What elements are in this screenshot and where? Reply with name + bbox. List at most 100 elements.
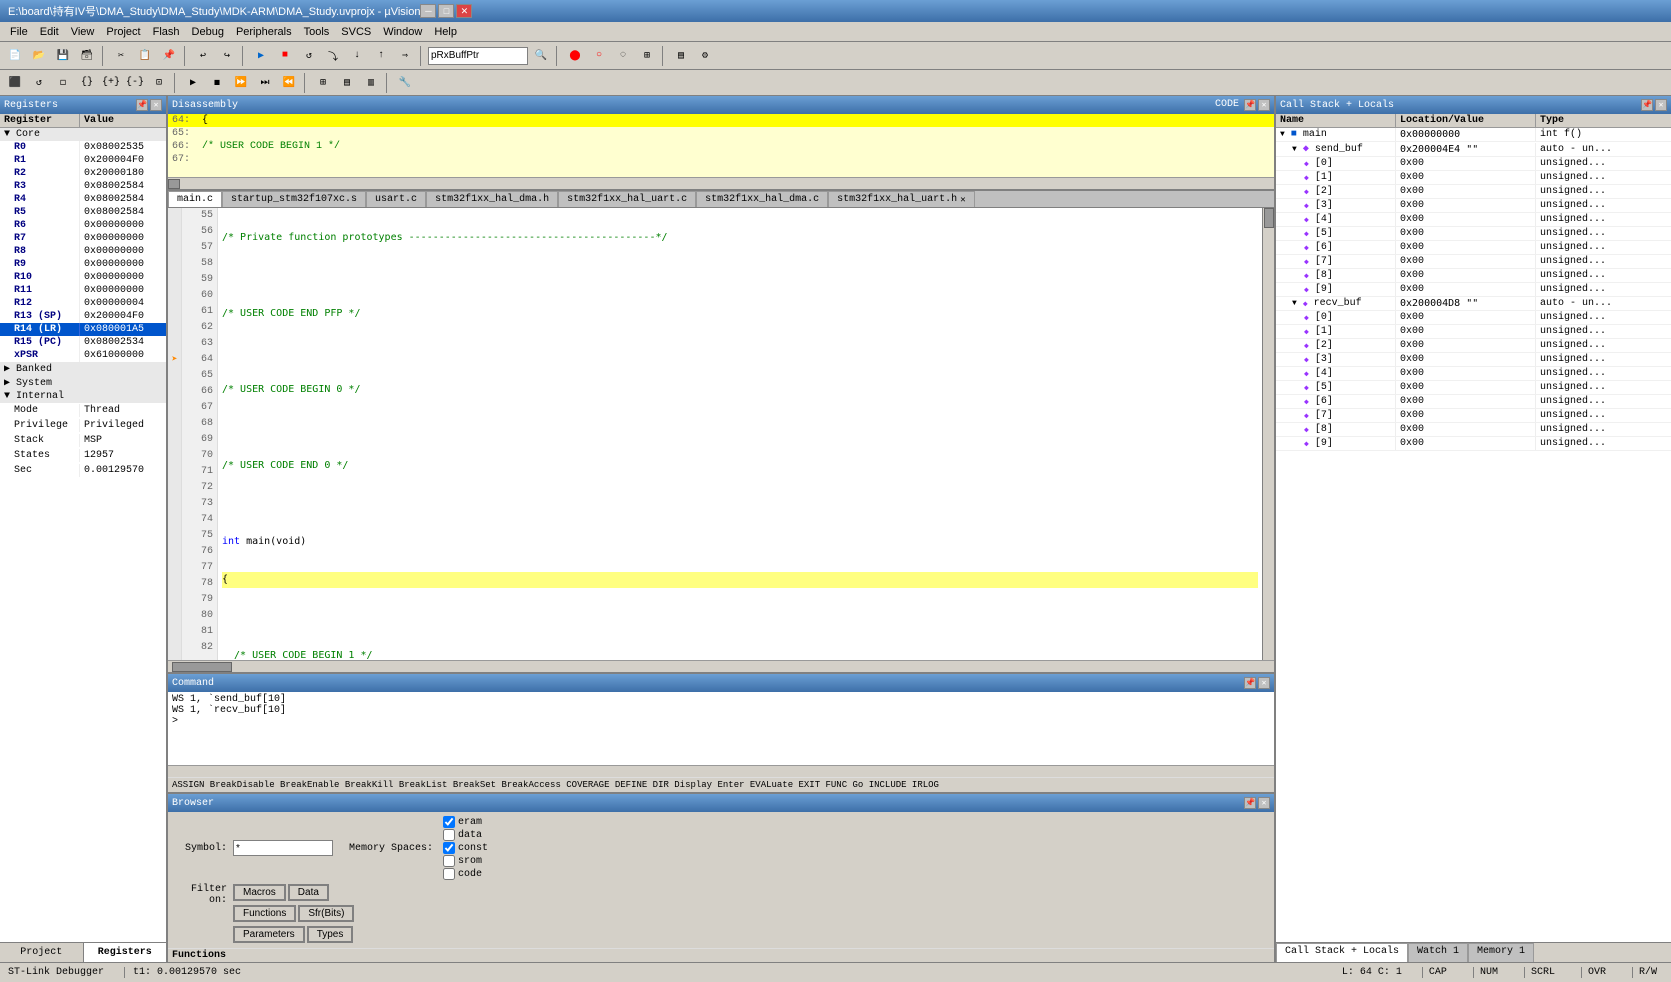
filter-parameters-btn[interactable]: Parameters [233,926,305,943]
filter-macros-btn[interactable]: Macros [233,884,286,901]
menu-edit[interactable]: Edit [34,24,65,40]
filter-functions-btn[interactable]: Functions [233,905,296,922]
cs-row-rb7[interactable]: ◆ [7] 0x00 unsigned... [1276,409,1671,423]
clear-bp-btn[interactable]: ○ [588,45,610,67]
tab-main-c[interactable]: main.c [168,191,222,207]
reg-row-r7[interactable]: R7 0x00000000 [0,232,166,245]
cs-row-sb1[interactable]: ◆ [1] 0x00 unsigned... [1276,171,1671,185]
cs-row-sb6[interactable]: ◆ [6] 0x00 unsigned... [1276,241,1671,255]
cs-row-rb8[interactable]: ◆ [8] 0x00 unsigned... [1276,423,1671,437]
check-srom-input[interactable] [443,855,455,867]
cs-row-rb9[interactable]: ◆ [9] 0x00 unsigned... [1276,437,1671,451]
breakpoint-btn[interactable]: ⬤ [564,45,586,67]
code-hscroll-thumb[interactable] [172,662,232,672]
reg-row-r6[interactable]: R6 0x00000000 [0,219,166,232]
tb2-btn13[interactable]: ⊞ [312,72,334,94]
menu-svcs[interactable]: SVCS [335,24,377,40]
disassembly-close-btn[interactable]: ✕ [1258,99,1270,111]
settings-btn[interactable]: ⚙ [694,45,716,67]
cs-row-rb3[interactable]: ◆ [3] 0x00 unsigned... [1276,353,1671,367]
tab-uart-c[interactable]: stm32f1xx_hal_uart.c [558,191,696,207]
cs-expand-sendbuf[interactable]: ▼ [1292,145,1297,154]
reg-row-r0[interactable]: R0 0x08002535 [0,141,166,154]
tab-watch1[interactable]: Watch 1 [1408,943,1468,962]
menu-view[interactable]: View [65,24,101,40]
tb2-btn8[interactable]: ▶ [182,72,204,94]
filter-types-btn[interactable]: Types [307,926,354,943]
browser-pin-btn[interactable]: 📌 [1244,797,1256,809]
tab-callstack[interactable]: Call Stack + Locals [1276,943,1408,962]
cs-row-sb8[interactable]: ◆ [8] 0x00 unsigned... [1276,269,1671,283]
tb2-btn14[interactable]: ▤ [336,72,358,94]
step-over-btn[interactable]: ⤵ [322,45,344,67]
cs-row-rb1[interactable]: ◆ [1] 0x00 unsigned... [1276,325,1671,339]
reg-row-r13[interactable]: R13 (SP) 0x200004F0 [0,310,166,323]
step-into-btn[interactable]: ↓ [346,45,368,67]
tb2-btn2[interactable]: ↺ [28,72,50,94]
debug-stop-btn[interactable]: ■ [274,45,296,67]
filter-sfrbits-btn[interactable]: Sfr(Bits) [298,905,354,922]
cs-row-main[interactable]: ▼ ■ main 0x00000000 int f() [1276,128,1671,142]
cs-row-rb2[interactable]: ◆ [2] 0x00 unsigned... [1276,339,1671,353]
bp-list-btn[interactable]: ⊞ [636,45,658,67]
disasm-scrollbar[interactable] [168,177,1274,189]
tb2-btn4[interactable]: {} [76,72,98,94]
code-vscrollbar[interactable] [1262,208,1274,660]
tab-memory1[interactable]: Memory 1 [1468,943,1534,962]
check-data-input[interactable] [443,829,455,841]
tab-project[interactable]: Project [0,943,84,962]
menu-file[interactable]: File [4,24,34,40]
run-to-cursor-btn[interactable]: ⇒ [394,45,416,67]
watch-input[interactable] [428,47,528,65]
new-btn[interactable]: 📄 [4,45,26,67]
open-btn[interactable]: 📂 [28,45,50,67]
reg-row-r1[interactable]: R1 0x200004F0 [0,154,166,167]
tab-usart-c[interactable]: usart.c [366,191,426,207]
disable-bp-btn[interactable]: ◌ [612,45,634,67]
tab-uart-h-close[interactable]: ✕ [960,195,965,205]
tb2-btn5[interactable]: {+} [100,72,122,94]
tb2-btn1[interactable]: ⬛ [4,72,26,94]
debug-start-btn[interactable]: ▶ [250,45,272,67]
registers-close-btn[interactable]: ✕ [150,99,162,111]
cs-row-recvbuf[interactable]: ▼ ◆ recv_buf 0x200004D8 "" auto - un... [1276,297,1671,311]
reg-row-r3[interactable]: R3 0x08002584 [0,180,166,193]
reg-row-xpsr[interactable]: xPSR 0x61000000 [0,349,166,362]
cs-row-sb4[interactable]: ◆ [4] 0x00 unsigned... [1276,213,1671,227]
cs-row-rb5[interactable]: ◆ [5] 0x00 unsigned... [1276,381,1671,395]
cs-expand-main[interactable]: ▼ [1280,130,1285,139]
reg-row-r9[interactable]: R9 0x00000000 [0,258,166,271]
code-text-area[interactable]: /* Private function prototypes ---------… [218,208,1262,660]
tab-dma-c[interactable]: stm32f1xx_hal_dma.c [696,191,828,207]
cs-row-sendbuf[interactable]: ▼ ◆ send_buf 0x200004E4 "" auto - un... [1276,142,1671,157]
reg-row-r4[interactable]: R4 0x08002584 [0,193,166,206]
reg-row-r8[interactable]: R8 0x00000000 [0,245,166,258]
save-btn[interactable]: 💾 [52,45,74,67]
reg-row-r14[interactable]: R14 (LR) 0x080001A5 [0,323,166,336]
menu-peripherals[interactable]: Peripherals [230,24,298,40]
cut-btn[interactable]: ✂ [110,45,132,67]
command-pin-btn[interactable]: 📌 [1244,677,1256,689]
save-all-btn[interactable]: 🗃 [76,45,98,67]
system-group[interactable]: ▶ System [0,376,166,390]
cs-row-sb9[interactable]: ◆ [9] 0x00 unsigned... [1276,283,1671,297]
redo-btn[interactable]: ↪ [216,45,238,67]
browser-close-btn[interactable]: ✕ [1258,797,1270,809]
reg-row-r10[interactable]: R10 0x00000000 [0,271,166,284]
cs-row-rb6[interactable]: ◆ [6] 0x00 unsigned... [1276,395,1671,409]
tb2-btn6[interactable]: {-} [124,72,146,94]
code-vscroll-thumb[interactable] [1264,208,1274,228]
tb2-btn12[interactable]: ⏪ [278,72,300,94]
tab-uart-h[interactable]: stm32f1xx_hal_uart.h ✕ [828,191,974,207]
cs-row-rb4[interactable]: ◆ [4] 0x00 unsigned... [1276,367,1671,381]
cs-row-sb2[interactable]: ◆ [2] 0x00 unsigned... [1276,185,1671,199]
paste-btn[interactable]: 📌 [158,45,180,67]
disasm-scroll-thumb[interactable] [168,179,180,189]
menu-help[interactable]: Help [428,24,463,40]
menu-debug[interactable]: Debug [186,24,230,40]
callstack-pin-btn[interactable]: 📌 [1641,99,1653,111]
tb2-btn7[interactable]: ⊡ [148,72,170,94]
banked-group[interactable]: ▶ Banked [0,362,166,376]
step-out-btn[interactable]: ↑ [370,45,392,67]
command-close-btn[interactable]: ✕ [1258,677,1270,689]
